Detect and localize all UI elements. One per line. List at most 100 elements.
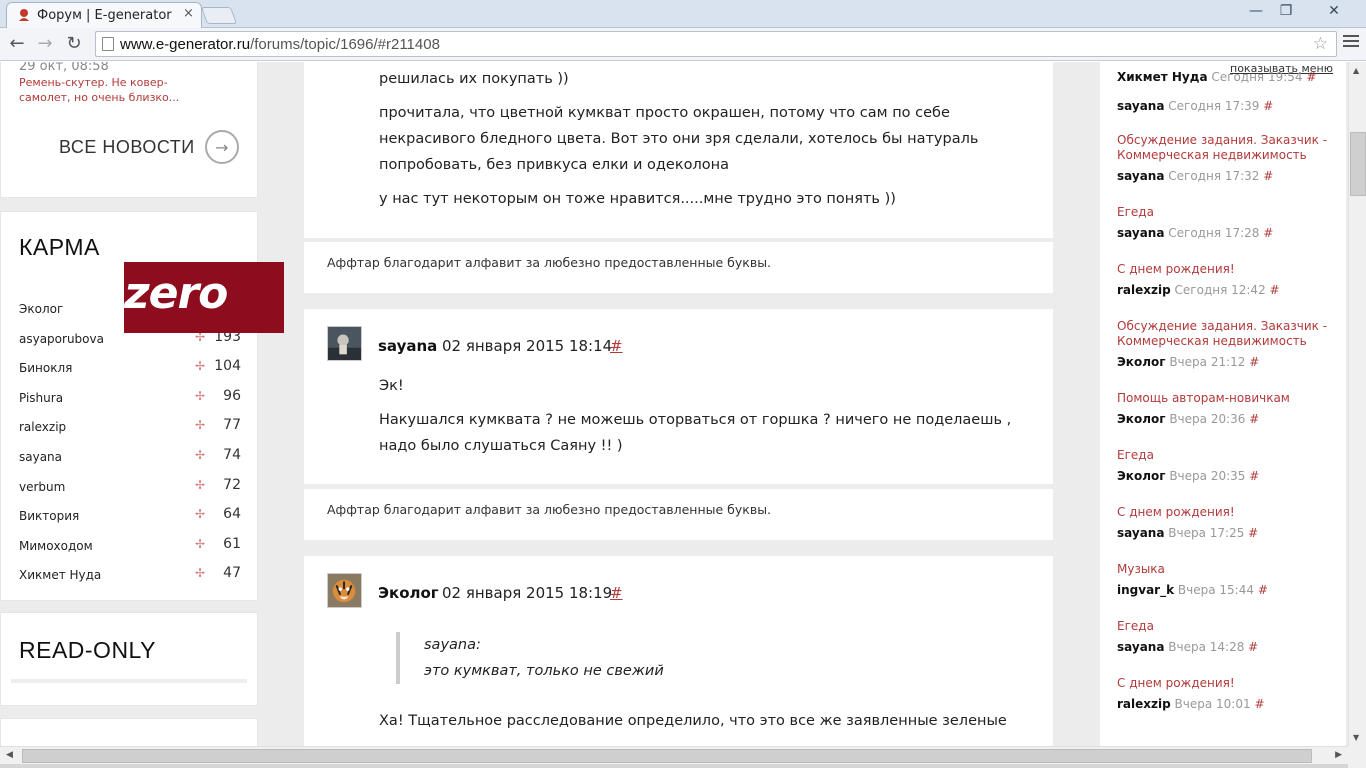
karma-user-link[interactable]: sayana (19, 450, 62, 464)
activity-time: Вчера 20:35 (1169, 469, 1246, 483)
activity-topic-link[interactable]: Егеда (1117, 619, 1337, 634)
activity-topic-link[interactable]: Егеда (1117, 205, 1337, 220)
karma-user-link[interactable]: Эколог (19, 302, 63, 316)
activity-user-link[interactable]: Эколог (1117, 412, 1166, 426)
activity-permalink[interactable]: # (1263, 226, 1273, 240)
activity-permalink[interactable]: # (1258, 583, 1268, 597)
activity-topic-link[interactable]: Музыка (1117, 562, 1337, 577)
close-window-button[interactable]: ✕ (1310, 0, 1358, 22)
activity-item: sayana Сегодня 17:39 # (1117, 93, 1337, 114)
activity-topic-link[interactable]: С днем рождения! (1117, 262, 1337, 277)
scroll-left-icon[interactable]: ◀ (6, 750, 13, 760)
chrome-menu-icon[interactable] (1343, 35, 1359, 51)
karma-user-link[interactable]: Хикмет Нуда (19, 568, 101, 582)
post-permalink[interactable]: # (610, 337, 623, 355)
forum-post: решилась их покупать )) прочитала, что ц… (304, 62, 1053, 238)
activity-time: Вчера 20:36 (1169, 412, 1246, 426)
activity-time: Сегодня 17:39 (1168, 99, 1260, 113)
activity-permalink[interactable]: # (1248, 640, 1258, 654)
karma-value: 104 (214, 358, 241, 375)
activity-topic-link[interactable]: Обсуждение задания. Заказчик - Коммерчес… (1117, 319, 1337, 349)
url-text[interactable]: www.e-generator.ru/forums/topic/1696/#r2… (120, 36, 440, 53)
activity-user-link[interactable]: sayana (1117, 226, 1164, 240)
activity-user-link[interactable]: ralexzip (1117, 283, 1171, 297)
post-permalink[interactable]: # (610, 584, 623, 602)
horizontal-scroll-thumb[interactable] (22, 749, 1312, 763)
activity-item: С днем рождения! sayana Вчера 17:25 # (1117, 505, 1337, 541)
activity-user-link[interactable]: sayana (1117, 526, 1164, 540)
karma-user-link[interactable]: ralexzip (19, 420, 66, 434)
post-signature: Аффтар благодарит алфавит за любезно пре… (304, 242, 1053, 293)
quote-text: это кумкват, только не свежий (424, 663, 664, 679)
activity-time: Сегодня 19:54 (1211, 70, 1303, 84)
karma-user-link[interactable]: Мимоходом (19, 539, 93, 553)
window-bottom-edge (0, 764, 1348, 768)
scrollbar-corner (1348, 746, 1366, 768)
readonly-title: READ-ONLY (19, 637, 156, 663)
activity-user-link[interactable]: sayana (1117, 640, 1164, 654)
vertical-scroll-thumb[interactable] (1350, 132, 1366, 196)
activity-permalink[interactable]: # (1249, 355, 1259, 369)
activity-item: Егеда Эколог Вчера 20:35 # (1117, 448, 1337, 484)
activity-topic-link[interactable]: С днем рождения! (1117, 676, 1337, 691)
horizontal-scrollbar[interactable]: ◀ ▶ (0, 746, 1348, 764)
activity-meta: ingvar_k Вчера 15:44 # (1117, 582, 1337, 598)
activity-user-link[interactable]: Эколог (1117, 355, 1166, 369)
karma-user-link[interactable]: verbum (19, 480, 65, 494)
activity-user-link[interactable]: sayana (1117, 169, 1164, 183)
news-link[interactable]: Ремень-скутер. Не ковер-самолет, но очен… (19, 75, 199, 105)
activity-topic-link[interactable]: Помощь авторам-новичкам (1117, 391, 1337, 406)
karma-value: 72 (223, 476, 241, 493)
activity-topic-link[interactable]: С днем рождения! (1117, 505, 1337, 520)
avatar[interactable] (327, 326, 362, 361)
scroll-right-icon[interactable]: ▶ (1335, 750, 1342, 760)
post-author-link[interactable]: Эколог (378, 584, 439, 602)
karma-user-link[interactable]: Pishura (19, 391, 63, 405)
post-author-link[interactable]: sayana (378, 337, 437, 355)
bookmark-star-icon[interactable]: ☆ (1313, 34, 1328, 54)
karma-user-link[interactable]: Бинокля (19, 361, 72, 375)
karma-plus-icon: ✢ (195, 566, 206, 581)
post-text: Эк! (379, 378, 404, 394)
forum-post: sayana 02 января 2015 18:14 # Эк! Накуша… (304, 309, 1053, 484)
back-arrow-icon[interactable]: ← (6, 33, 28, 55)
address-bar[interactable]: www.e-generator.ru/forums/topic/1696/#r2… (95, 31, 1337, 57)
vertical-scrollbar[interactable]: ▲ ▼ (1348, 62, 1366, 746)
activity-permalink[interactable]: # (1270, 283, 1280, 297)
activity-permalink[interactable]: # (1263, 169, 1273, 183)
tab-close-icon[interactable]: × (183, 6, 194, 21)
activity-user-link[interactable]: ralexzip (1117, 697, 1171, 711)
reload-icon[interactable]: ↻ (63, 33, 85, 55)
activity-user-link[interactable]: sayana (1117, 99, 1164, 113)
activity-user-link[interactable]: ingvar_k (1117, 583, 1174, 597)
activity-user-link[interactable]: Хикмет Нуда (1117, 70, 1208, 84)
activity-permalink[interactable]: # (1249, 469, 1259, 483)
activity-permalink[interactable]: # (1306, 70, 1316, 84)
activity-time: Вчера 15:44 (1177, 583, 1254, 597)
activity-item: Егеда sayana Вчера 14:28 # (1117, 619, 1337, 655)
karma-value: 61 (223, 535, 241, 552)
activity-meta: Хикмет Нуда Сегодня 19:54 # (1117, 69, 1337, 85)
all-news-button[interactable]: ВСЕ НОВОСТИ → (59, 129, 239, 165)
activity-meta: Эколог Вчера 21:12 # (1117, 354, 1337, 370)
browser-tab[interactable]: Форум | E-generator × (6, 2, 202, 28)
new-tab-button[interactable] (200, 7, 238, 24)
avatar[interactable] (327, 573, 362, 608)
activity-topic-link[interactable]: Егеда (1117, 448, 1337, 463)
scroll-down-icon[interactable]: ▼ (1353, 733, 1359, 742)
activity-permalink[interactable]: # (1254, 697, 1264, 711)
activity-topic-link[interactable]: Обсуждение задания. Заказчик - Коммерчес… (1117, 133, 1337, 163)
activity-permalink[interactable]: # (1263, 99, 1273, 113)
maximize-button[interactable]: ❐ (1266, 0, 1306, 22)
activity-user-link[interactable]: Эколог (1117, 469, 1166, 483)
scroll-up-icon[interactable]: ▲ (1353, 66, 1359, 75)
title-bar: Форум | E-generator × — ❐ ✕ (0, 0, 1366, 28)
karma-plus-icon: ✢ (195, 477, 206, 492)
activity-time: Вчера 14:28 (1168, 640, 1245, 654)
forward-arrow-icon[interactable]: → (34, 33, 56, 55)
karma-user-link[interactable]: Виктория (19, 509, 79, 523)
activity-permalink[interactable]: # (1249, 412, 1259, 426)
karma-user-link[interactable]: asyaporubova (19, 332, 104, 346)
activity-item: Помощь авторам-новичкам Эколог Вчера 20:… (1117, 391, 1337, 427)
activity-permalink[interactable]: # (1248, 526, 1258, 540)
